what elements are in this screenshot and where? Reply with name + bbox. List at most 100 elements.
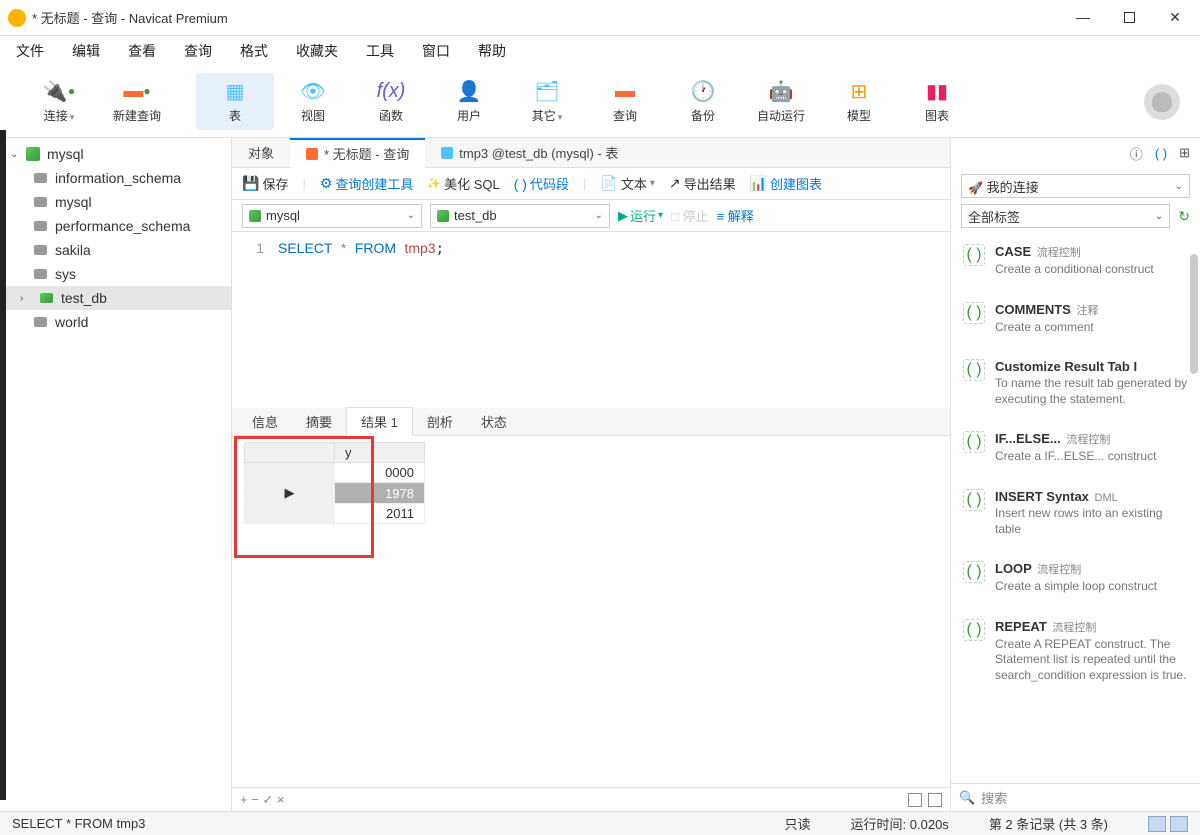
menu-view[interactable]: 查看	[128, 41, 156, 61]
tool-other[interactable]: 🗂其它▾	[508, 73, 586, 130]
sql-editor[interactable]: 1SELECT * FROM tmp3;	[232, 232, 950, 408]
maximize-button[interactable]	[1120, 9, 1138, 26]
snippet-icon: ( )	[963, 619, 985, 641]
tree-connection[interactable]: ⌄mysql	[0, 142, 231, 166]
result-table[interactable]: y 0000 ▶1978 2011	[244, 442, 425, 524]
tree-db-information-schema[interactable]: information_schema	[0, 166, 231, 190]
query-builder-button[interactable]: ⚙查询创建工具	[320, 174, 414, 193]
grid-view-icon[interactable]	[908, 793, 922, 807]
export-button[interactable]: ↗导出结果	[669, 174, 736, 193]
all-tags-select[interactable]: 全部标签⌄	[961, 204, 1170, 228]
result-row[interactable]: 2011	[245, 504, 425, 524]
title-bar: * 无标题 - 查询 - Navicat Premium — ✕	[0, 0, 1200, 36]
tool-connect[interactable]: 🔌●连接▾	[20, 73, 98, 130]
snippet-icon: ( )	[963, 302, 985, 324]
connection-select[interactable]: mysql⌄	[242, 204, 422, 228]
tree-db-sakila[interactable]: sakila	[0, 238, 231, 262]
grid-icon[interactable]: ⊞	[1179, 145, 1190, 161]
menu-favorites[interactable]: 收藏夹	[296, 41, 338, 61]
snippet-item[interactable]: ( )IF...ELSE... 流程控制Create a IF...ELSE..…	[951, 421, 1200, 479]
menu-tools[interactable]: 工具	[366, 41, 394, 61]
snippet-item[interactable]: ( )COMMENTS 注释Create a comment	[951, 292, 1200, 350]
status-mode: 只读	[785, 814, 811, 833]
snippet-item[interactable]: ( )LOOP 流程控制Create a simple loop constru…	[951, 551, 1200, 609]
main-toolbar: 🔌●连接▾ ▬●新建查询 ▦表 👁视图 f(x)函数 👤用户 🗂其它▾ ▬查询 …	[0, 66, 1200, 138]
snippet-button[interactable]: ( )代码段	[514, 174, 569, 193]
snippet-icon: ( )	[963, 244, 985, 266]
tool-new-query[interactable]: ▬●新建查询	[98, 73, 176, 130]
tool-backup[interactable]: 🕐备份	[664, 73, 742, 130]
snippet-icon: ( )	[963, 431, 985, 453]
tool-user[interactable]: 👤用户	[430, 73, 508, 130]
tree-db-test-db[interactable]: ›test_db	[0, 286, 231, 310]
menu-format[interactable]: 格式	[240, 41, 268, 61]
result-tab-profile[interactable]: 剖析	[413, 408, 467, 435]
snippet-item[interactable]: ( )INSERT Syntax DMLInsert new rows into…	[951, 479, 1200, 551]
document-tabs: 对象 * 无标题 - 查询 tmp3 @test_db (mysql) - 表	[232, 138, 950, 168]
tab-table[interactable]: tmp3 @test_db (mysql) - 表	[425, 138, 634, 168]
menu-bar: 文件 编辑 查看 查询 格式 收藏夹 工具 窗口 帮助	[0, 36, 1200, 66]
tool-query[interactable]: ▬查询	[586, 73, 664, 130]
tree-db-performance-schema[interactable]: performance_schema	[0, 214, 231, 238]
tool-chart[interactable]: ▮▮图表	[898, 73, 976, 130]
result-row[interactable]: 0000	[245, 463, 425, 483]
tool-autorun[interactable]: 🤖自动运行	[742, 73, 820, 130]
close-button[interactable]: ✕	[1166, 9, 1184, 26]
save-button[interactable]: 💾保存	[242, 174, 288, 193]
menu-window[interactable]: 窗口	[422, 41, 450, 61]
tool-table[interactable]: ▦表	[196, 73, 274, 130]
scrollbar[interactable]	[1190, 254, 1198, 374]
result-tab-info[interactable]: 信息	[238, 408, 292, 435]
code-icon[interactable]: ( )	[1155, 146, 1167, 161]
snippet-item[interactable]: ( )Customize Result Tab I To name the re…	[951, 349, 1200, 421]
create-chart-button[interactable]: 📊创建图表	[750, 174, 822, 193]
tree-db-world[interactable]: world	[0, 310, 231, 334]
tree-db-mysql[interactable]: mysql	[0, 190, 231, 214]
result-footer: + − ✓ ×	[232, 787, 950, 811]
status-icon-1[interactable]	[1148, 816, 1166, 832]
tool-function[interactable]: f(x)函数	[352, 73, 430, 130]
menu-edit[interactable]: 编辑	[72, 41, 100, 61]
snippet-item[interactable]: ( )CASE 流程控制Create a conditional constru…	[951, 234, 1200, 292]
snippet-item[interactable]: ( )REPEAT 流程控制Create A REPEAT construct.…	[951, 609, 1200, 698]
tool-view[interactable]: 👁视图	[274, 73, 352, 130]
run-button[interactable]: ▶ 运行 ▾	[618, 206, 663, 225]
result-tab-status[interactable]: 状态	[467, 408, 521, 435]
connection-row: mysql⌄ test_db⌄ ▶ 运行 ▾ □ 停止 ≡ 解释	[232, 200, 950, 232]
text-button[interactable]: 📄文本 ▾	[600, 174, 654, 193]
snippet-icon: ( )	[963, 561, 985, 583]
tool-model[interactable]: ⊞模型	[820, 73, 898, 130]
form-view-icon[interactable]	[928, 793, 942, 807]
menu-file[interactable]: 文件	[16, 41, 44, 61]
result-grid-area: y 0000 ▶1978 2011	[232, 436, 950, 787]
tree-db-sys[interactable]: sys	[0, 262, 231, 286]
result-tab-result[interactable]: 结果 1	[346, 407, 413, 436]
beautify-button[interactable]: ✨美化 SQL	[427, 174, 499, 193]
tab-objects[interactable]: 对象	[232, 138, 290, 168]
main-area: 对象 * 无标题 - 查询 tmp3 @test_db (mysql) - 表 …	[232, 138, 950, 811]
status-record: 第 2 条记录 (共 3 条)	[989, 814, 1108, 833]
column-header-y[interactable]: y	[335, 443, 425, 463]
minimize-button[interactable]: —	[1074, 9, 1092, 26]
snippet-icon: ( )	[963, 489, 985, 511]
refresh-icon[interactable]: ↻	[1178, 208, 1190, 225]
grid-ops[interactable]: + − ✓ ×	[240, 792, 285, 808]
result-tabs: 信息 摘要 结果 1 剖析 状态	[232, 408, 950, 436]
my-connections-select[interactable]: 🚀 我的连接⌄	[961, 174, 1190, 198]
query-toolbar: 💾保存 | ⚙查询创建工具 ✨美化 SQL ( )代码段 | 📄文本 ▾ ↗导出…	[232, 168, 950, 200]
database-select[interactable]: test_db⌄	[430, 204, 610, 228]
result-tab-summary[interactable]: 摘要	[292, 408, 346, 435]
snippet-search[interactable]: 🔍 搜索	[951, 783, 1200, 811]
table-icon	[441, 147, 453, 159]
tab-query[interactable]: * 无标题 - 查询	[290, 138, 425, 168]
menu-query[interactable]: 查询	[184, 41, 212, 61]
info-icon[interactable]: ⓘ	[1130, 144, 1143, 163]
status-icon-2[interactable]	[1170, 816, 1188, 832]
app-icon	[8, 9, 26, 27]
explain-button[interactable]: ≡ 解释	[717, 206, 754, 225]
right-panel-icons: ⓘ ( ) ⊞	[951, 138, 1200, 168]
user-avatar[interactable]	[1144, 84, 1180, 120]
result-row-selected[interactable]: ▶1978	[245, 483, 425, 504]
status-bar: SELECT * FROM tmp3 只读 运行时间: 0.020s 第 2 条…	[0, 811, 1200, 835]
menu-help[interactable]: 帮助	[478, 41, 506, 61]
